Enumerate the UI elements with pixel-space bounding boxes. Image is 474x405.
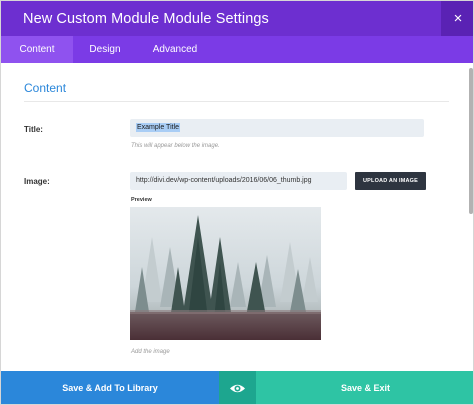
tab-advanced[interactable]: Advanced — [137, 36, 213, 63]
modal-title: New Custom Module Module Settings — [23, 11, 269, 27]
forest-image — [130, 207, 321, 340]
image-url-input[interactable]: http://divi.dev/wp-content/uploads/2016/… — [130, 172, 347, 190]
upload-image-button[interactable]: UPLOAD AN IMAGE — [355, 172, 426, 190]
close-button[interactable]: × — [441, 1, 473, 36]
section-divider — [24, 101, 449, 102]
image-helper-text: Add the image — [131, 349, 170, 355]
preview-button[interactable] — [219, 371, 256, 404]
tab-content-label: Content — [19, 44, 55, 55]
module-settings-modal: New Custom Module Module Settings × Cont… — [0, 0, 474, 405]
image-url-value: http://divi.dev/wp-content/uploads/2016/… — [136, 177, 312, 184]
title-input[interactable]: Example Title — [130, 119, 424, 137]
title-helper-text: This will appear below the image. — [131, 143, 220, 149]
scrollbar[interactable] — [469, 68, 473, 214]
settings-body: Content Title: Example Title This will a… — [1, 63, 473, 371]
close-icon: × — [453, 10, 463, 27]
save-add-to-library-button[interactable]: Save & Add To Library — [1, 371, 219, 404]
title-input-value: Example Title — [136, 123, 181, 132]
modal-header: New Custom Module Module Settings × — [1, 1, 473, 36]
image-preview — [130, 207, 321, 340]
modal-footer: Save & Add To Library Save & Exit — [1, 371, 473, 404]
tab-design-label: Design — [89, 44, 121, 55]
image-field-label: Image: — [24, 177, 50, 186]
save-exit-button[interactable]: Save & Exit — [256, 371, 473, 404]
preview-label: Preview — [131, 197, 152, 203]
settings-tabs: Content Design Advanced — [1, 36, 473, 63]
tab-advanced-label: Advanced — [152, 44, 198, 55]
tab-content[interactable]: Content — [1, 36, 73, 63]
section-title: Content — [24, 81, 67, 95]
tab-design[interactable]: Design — [73, 36, 137, 63]
eye-icon — [230, 384, 245, 393]
title-field-label: Title: — [24, 125, 43, 134]
